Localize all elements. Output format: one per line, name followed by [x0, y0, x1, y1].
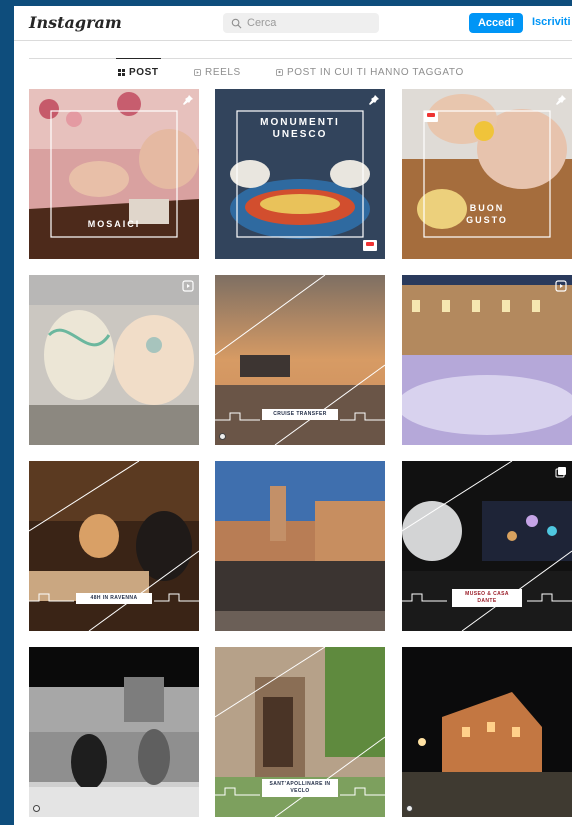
brand-logo	[424, 111, 438, 122]
login-button[interactable]: Accedi	[469, 13, 523, 33]
post-tile-monumenti-unesco[interactable]: MONUMENTI UNESCO	[215, 89, 385, 259]
post-image	[402, 275, 572, 445]
profile-tabs: POST REELS POST IN CUI TI HANNO TAGGATO	[29, 58, 572, 87]
reel-icon	[555, 280, 567, 292]
post-image	[29, 461, 199, 631]
instagram-logo[interactable]: Instagram	[29, 13, 122, 32]
post-label: CRUISE TRANSFER	[262, 409, 338, 420]
post-caption: BUON GUSTO	[466, 203, 508, 225]
tab-tagged-label: POST IN CUI TI HANNO TAGGATO	[287, 67, 464, 78]
post-tile-ice-rink[interactable]	[402, 275, 572, 445]
tab-posts-label: POST	[129, 67, 159, 78]
carousel-icon	[555, 467, 566, 478]
post-tile-buon-gusto[interactable]: BUON GUSTO	[402, 89, 572, 259]
post-tile-museo-casa-dante[interactable]: MUSEO & CASA DANTE	[402, 461, 572, 631]
post-tile-bw-seafront[interactable]	[29, 647, 199, 817]
post-caption: MOSAICI	[87, 219, 141, 229]
pin-icon	[556, 95, 566, 105]
post-image	[215, 461, 385, 631]
tagged-icon	[276, 69, 283, 76]
post-image	[215, 89, 385, 259]
post-tile-night-street[interactable]	[402, 647, 572, 817]
post-image	[29, 89, 199, 259]
brand-logo	[363, 240, 377, 251]
post-image	[402, 647, 572, 817]
tab-posts[interactable]: POST	[116, 58, 161, 78]
post-tile-48h-ravenna[interactable]: 48H IN RAVENNA	[29, 461, 199, 631]
top-navigation-bar: Instagram Accedi Iscriviti	[14, 6, 572, 41]
post-tile-piazza[interactable]	[215, 461, 385, 631]
post-tile-cruise-transfer[interactable]: CRUISE TRANSFER	[215, 275, 385, 445]
post-tile-street-art[interactable]	[29, 275, 199, 445]
reel-icon	[182, 280, 194, 292]
post-label: MUSEO & CASA DANTE	[452, 589, 522, 607]
post-caption: MONUMENTI UNESCO	[260, 117, 340, 140]
user-tag-icon	[406, 805, 413, 812]
pin-icon	[183, 95, 193, 105]
search-icon	[231, 18, 242, 28]
browser-window: Instagram Accedi Iscriviti POST REELS PO…	[14, 6, 572, 825]
post-label: 48H IN RAVENNA	[76, 593, 152, 604]
reels-icon	[194, 69, 201, 76]
post-image	[29, 647, 199, 817]
signup-link[interactable]: Iscriviti	[532, 16, 571, 28]
pin-icon	[369, 95, 379, 105]
search-input[interactable]	[247, 17, 367, 29]
search-box[interactable]	[223, 13, 379, 33]
post-label: SANT'APOLLINARE IN VECLO	[262, 779, 338, 797]
tab-tagged[interactable]: POST IN CUI TI HANNO TAGGATO	[276, 67, 464, 78]
grid-icon	[118, 69, 125, 76]
user-tag-icon	[219, 433, 226, 440]
post-tile-santapollinare[interactable]: SANT'APOLLINARE IN VECLO	[215, 647, 385, 817]
post-image	[29, 275, 199, 445]
tab-reels-label: REELS	[205, 67, 241, 78]
post-tile-mosaici[interactable]: MOSAICI	[29, 89, 199, 259]
tab-reels[interactable]: REELS	[194, 67, 241, 78]
user-tag-icon	[33, 805, 40, 812]
